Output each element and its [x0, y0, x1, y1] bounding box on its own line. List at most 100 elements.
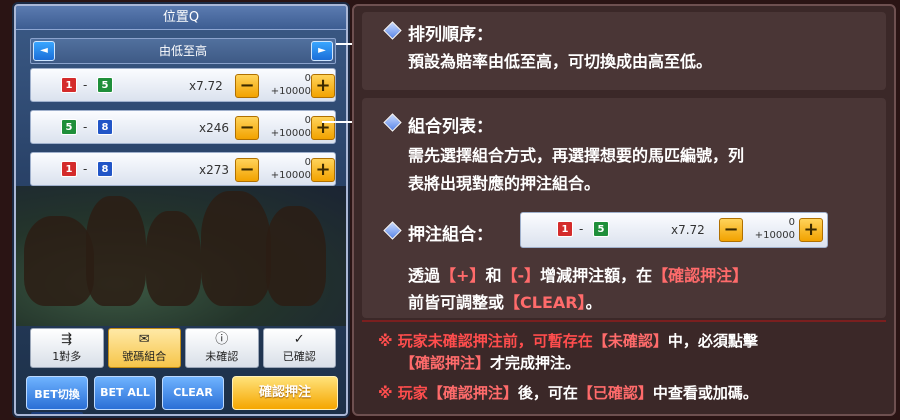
list-help-title: 組合列表：	[408, 117, 493, 137]
action-bar: BET切換 10000 BET ALL CLEAR 確認押注	[26, 376, 340, 414]
bet-row: 1 - 5 x7.72 − 0 +10000 +	[30, 68, 336, 102]
text: 增減押注額，在	[540, 266, 653, 285]
panel-title: 位置Q	[16, 6, 346, 30]
bet-switch-value: 10000	[31, 412, 83, 414]
odds-value: x246	[199, 121, 230, 135]
minus-keyword: 【-】	[501, 266, 541, 285]
minus-button[interactable]: −	[235, 116, 259, 140]
horse-number-badge: 5	[593, 221, 609, 237]
bet-amount: 0 +10000	[263, 156, 311, 182]
text: ※ 玩家	[378, 384, 428, 402]
sort-help-text: 預設為賠率由低至高，可切換成由高至低。	[408, 52, 713, 71]
sort-help-title: 排列順序：	[408, 25, 493, 45]
sort-order-label: 由低至高	[158, 44, 207, 58]
diamond-icon	[384, 222, 400, 238]
bet-row: 1 - 8 x273 − 0 +10000 +	[30, 152, 336, 186]
list-help-text-2: 表將出現對應的押注組合。	[408, 174, 601, 193]
text: 前皆可調整或	[408, 293, 505, 312]
sample-bet-row: 1 - 5 x7.72 − 0 +10000 +	[520, 212, 828, 248]
dash: -	[83, 120, 88, 134]
tab-one-to-many[interactable]: ⇶ 1對多	[30, 328, 104, 368]
confirmed-keyword: 【已確認】	[577, 384, 653, 402]
plus-button: +	[799, 218, 823, 242]
clear-button[interactable]: CLEAR	[162, 376, 224, 410]
diamond-icon	[384, 22, 400, 38]
check-icon: ✓	[293, 332, 305, 347]
divider	[362, 320, 886, 322]
tab-label: 1對多	[52, 350, 82, 363]
list-help-text-1: 需先選擇組合方式，再選擇想要的馬匹編號，列	[408, 146, 745, 165]
note-1-line-1: ※ 玩家未確認押注前，可暫存在【未確認】中，必須點擊	[378, 330, 758, 352]
dash: -	[579, 222, 584, 236]
sort-prev-button[interactable]: ◄	[33, 41, 55, 61]
text: ※ 玩家未確認押注前，可暫存在	[378, 332, 593, 350]
envelope-icon: ✉	[138, 332, 150, 347]
horse-number-badge: 1	[61, 161, 77, 177]
plus-button[interactable]: +	[311, 158, 335, 182]
bet-help-text-1: 透過【+】和【-】增減押注額，在【確認押注】	[408, 262, 748, 289]
tab-confirmed[interactable]: ✓ 已確認	[262, 328, 336, 368]
sort-next-button[interactable]: ►	[311, 41, 333, 61]
note-2: ※ 玩家【確認押注】後，可在【已確認】中查看或加碼。	[378, 382, 758, 404]
info-icon: ⓘ	[215, 332, 229, 347]
bet-panel: 位置Q ◄ 由低至高 ► 1 - 5 x7.72 − 0 +10000 + 5 -…	[14, 4, 348, 416]
bet-row: 5 - 8 x246 − 0 +10000 +	[30, 110, 336, 144]
note-1-line-2: 【確認押注】才完成押注。	[400, 352, 580, 374]
branch-icon: ⇶	[61, 332, 73, 347]
tab-label: 未確認	[205, 350, 239, 363]
text: 和	[485, 266, 502, 285]
tab-unconfirmed[interactable]: ⓘ 未確認	[185, 328, 259, 368]
step-value: +10000	[754, 230, 795, 241]
tab-number-combination[interactable]: ✉ 號碼組合	[107, 328, 181, 368]
odds-value: x273	[199, 163, 230, 177]
text: 才完成押注。	[490, 354, 581, 372]
right-arrow-icon: ►	[318, 45, 326, 56]
odds-value: x7.72	[189, 79, 223, 93]
text: 中查看或加碼。	[652, 384, 758, 402]
step-value: +10000	[270, 170, 311, 181]
plus-button[interactable]: +	[311, 116, 335, 140]
text: 後，可在	[517, 384, 578, 402]
help-panel: 排列順序： 預設為賠率由低至高，可切換成由高至低。 組合列表： 需先選擇組合方式…	[352, 4, 896, 416]
diamond-icon	[384, 114, 400, 130]
confirm-bet-button[interactable]: 確認押注	[232, 376, 338, 410]
step-value: +10000	[270, 128, 311, 139]
horse-number-badge: 8	[97, 161, 113, 177]
race-scene-image	[16, 186, 346, 326]
confirm-keyword: 【確認押注】	[652, 266, 749, 285]
left-arrow-icon: ◄	[40, 45, 48, 56]
bet-switch-label: BET切換	[34, 388, 80, 401]
bet-switch-button[interactable]: BET切換 10000	[26, 376, 88, 414]
horse-number-badge: 1	[557, 221, 573, 237]
minus-button: −	[719, 218, 743, 242]
unconfirmed-keyword: 【未確認】	[592, 332, 668, 350]
odds-value: x7.72	[671, 223, 705, 237]
bet-value: 0	[788, 217, 795, 228]
text: 透過	[408, 266, 441, 285]
clear-keyword: 【CLEAR】	[504, 293, 586, 312]
minus-button[interactable]: −	[235, 158, 259, 182]
tab-label: 已確認	[282, 350, 316, 363]
bet-amount: 0 +10000	[263, 72, 311, 98]
combination-tabs: ⇶ 1對多 ✉ 號碼組合 ⓘ 未確認 ✓ 已確認	[30, 328, 336, 368]
tab-label: 號碼組合	[122, 350, 167, 363]
dash: -	[83, 78, 88, 92]
text: 。	[585, 293, 602, 312]
confirm-keyword: 【確認押注】	[400, 354, 491, 372]
dash: -	[83, 162, 88, 176]
horse-number-badge: 5	[61, 119, 77, 135]
bet-help-text-2: 前皆可調整或【CLEAR】。	[408, 289, 602, 316]
confirm-keyword: 【確認押注】	[427, 384, 518, 402]
horse-number-badge: 5	[97, 77, 113, 93]
sort-order-bar[interactable]: ◄ 由低至高 ►	[30, 38, 336, 64]
bet-help-title: 押注組合：	[408, 225, 493, 245]
bet-all-button[interactable]: BET ALL	[94, 376, 156, 410]
plus-button[interactable]: +	[311, 74, 335, 98]
bet-amount: 0 +10000	[263, 114, 311, 140]
step-value: +10000	[270, 86, 311, 97]
plus-keyword: 【+】	[440, 266, 486, 285]
minus-button[interactable]: −	[235, 74, 259, 98]
horse-number-badge: 1	[61, 77, 77, 93]
text: 中，必須點擊	[667, 332, 758, 350]
horse-number-badge: 8	[97, 119, 113, 135]
